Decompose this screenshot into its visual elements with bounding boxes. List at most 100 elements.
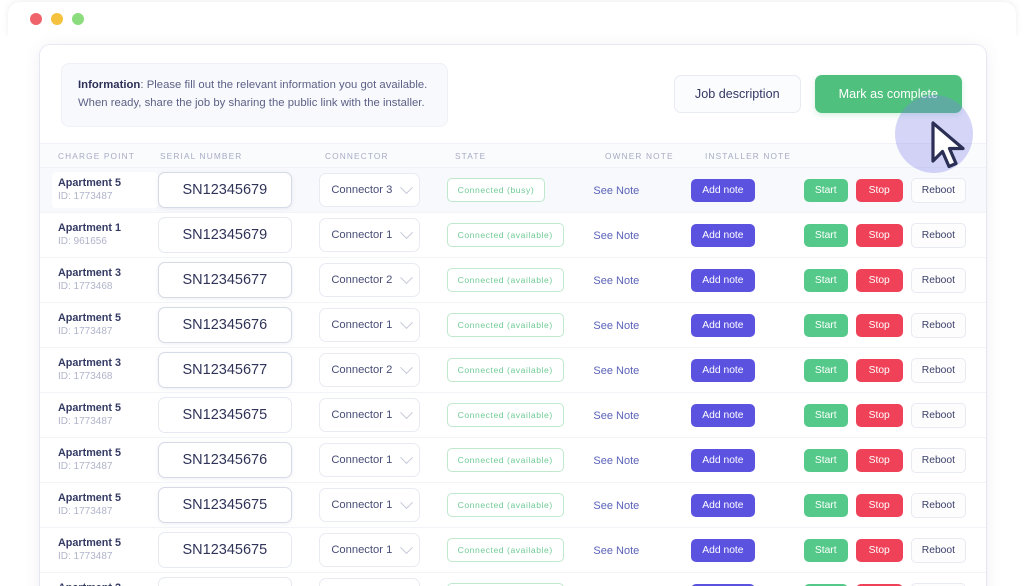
serial-number-cell (157, 262, 320, 298)
see-note-link[interactable]: See Note (593, 365, 639, 377)
status-badge: Connected (available) (446, 223, 564, 247)
connector-select[interactable]: Connector 1 (319, 533, 421, 567)
stop-button[interactable]: Stop (855, 223, 903, 247)
see-note-link[interactable]: See Note (593, 320, 639, 332)
add-note-button[interactable]: Add note (691, 313, 755, 337)
serial-number-input[interactable] (157, 532, 292, 568)
see-note-link[interactable]: See Note (593, 500, 639, 512)
reboot-button[interactable]: Reboot (910, 402, 966, 428)
add-note-button[interactable]: Add note (691, 223, 755, 247)
connector-select[interactable]: Connector 3 (319, 173, 421, 207)
see-note-link[interactable]: See Note (593, 455, 639, 467)
reboot-button[interactable]: Reboot (910, 177, 966, 203)
table-row[interactable]: Apartment 5 ID: 1773487 Connector 1 Connect… (40, 528, 986, 573)
start-button[interactable]: Start (803, 178, 848, 202)
serial-number-input[interactable] (157, 307, 292, 343)
connector-select[interactable]: Connector 1 (319, 443, 421, 477)
stop-button[interactable]: Stop (855, 538, 903, 562)
connector-selected-value: Connector 3 (331, 184, 393, 196)
table-row[interactable]: Apartment 3 ID: 1773468 Connector 2 Connect… (40, 348, 986, 393)
owner-note-cell: See Note (593, 361, 691, 379)
reboot-button[interactable]: Reboot (910, 222, 966, 248)
see-note-link[interactable]: See Note (593, 545, 639, 557)
connector-select[interactable]: Connector 2 (319, 353, 421, 387)
serial-number-input[interactable] (157, 397, 292, 433)
start-button[interactable]: Start (803, 268, 848, 292)
see-note-link[interactable]: See Note (593, 275, 639, 287)
serial-number-input[interactable] (157, 352, 292, 388)
start-button[interactable]: Start (803, 493, 848, 517)
column-header-serial-number: SERIAL NUMBER (160, 150, 243, 161)
installer-note-cell: Add note (691, 268, 804, 292)
close-window-icon[interactable] (30, 13, 42, 25)
reboot-button[interactable]: Reboot (910, 537, 966, 563)
chevron-down-icon (400, 495, 414, 509)
table-row[interactable]: Apartment 5 ID: 1773487 Connector 1 Connect… (40, 483, 986, 528)
see-note-link[interactable]: See Note (593, 410, 639, 422)
serial-number-input[interactable] (157, 487, 292, 523)
table-row[interactable]: Apartment 5 ID: 1773487 Connector 1 Connect… (40, 393, 986, 438)
serial-number-input[interactable] (157, 262, 292, 298)
see-note-link[interactable]: See Note (593, 185, 639, 197)
table-row[interactable]: Apartment 3 ID: 1773468 Connector 2 Connect… (40, 258, 986, 303)
start-button[interactable]: Start (803, 448, 848, 472)
add-note-button[interactable]: Add note (691, 403, 755, 427)
stop-button[interactable]: Stop (855, 448, 903, 472)
owner-note-cell: See Note (593, 541, 691, 559)
serial-number-input[interactable] (157, 217, 292, 253)
reboot-button[interactable]: Reboot (910, 357, 966, 383)
serial-number-input[interactable] (157, 442, 292, 478)
reboot-button[interactable]: Reboot (910, 582, 966, 586)
mark-as-complete-button[interactable]: Mark as complete (814, 75, 962, 113)
status-badge: Connected (available) (446, 493, 564, 517)
table-row[interactable]: Apartment 5 ID: 1773487 Connector 1 Connect… (40, 438, 986, 483)
add-note-button[interactable]: Add note (691, 178, 755, 202)
charge-point-cell: Apartment 2ID: 782417 (40, 581, 158, 586)
connector-selected-value: Connector 1 (331, 499, 393, 511)
job-description-button[interactable]: Job description (673, 75, 801, 113)
connector-select[interactable]: Connector 2 (319, 263, 421, 297)
stop-button[interactable]: Stop (855, 493, 903, 517)
stop-button[interactable]: Stop (855, 313, 903, 337)
start-button[interactable]: Start (803, 538, 848, 562)
serial-number-input[interactable] (157, 172, 292, 208)
state-cell: Connected (available) (446, 448, 594, 472)
add-note-button[interactable]: Add note (691, 493, 755, 517)
reboot-button[interactable]: Reboot (910, 492, 966, 518)
table-row[interactable]: Apartment 1 ID: 961656 Connector 1 Connecte… (40, 213, 986, 258)
add-note-button[interactable]: Add note (691, 358, 755, 382)
connector-select[interactable]: Connector 1 (319, 308, 421, 342)
stop-button[interactable]: Stop (855, 268, 903, 292)
state-cell: Connected (available) (446, 493, 594, 517)
chevron-down-icon (400, 450, 414, 464)
connector-cell: Connector 1 (319, 488, 446, 522)
owner-note-cell: See Note (593, 271, 691, 289)
row-actions-cell: Start Stop Reboot (803, 312, 986, 338)
stop-button[interactable]: Stop (855, 358, 903, 382)
table-row[interactable]: Apartment 5 ID: 1773487 Connector 3 Connect… (40, 168, 986, 213)
start-button[interactable]: Start (803, 313, 848, 337)
reboot-button[interactable]: Reboot (910, 312, 966, 338)
connector-select[interactable]: Connector 1 (319, 218, 421, 252)
add-note-button[interactable]: Add note (691, 448, 755, 472)
stop-button[interactable]: Stop (855, 403, 903, 427)
stop-button[interactable]: Stop (855, 178, 903, 202)
column-header-state: STATE (455, 150, 487, 161)
maximize-window-icon[interactable] (72, 13, 84, 25)
table-row[interactable]: Apartment 2ID: 782417Connector 1Connecte… (40, 573, 986, 586)
connector-select[interactable]: Connector 1 (319, 488, 421, 522)
reboot-button[interactable]: Reboot (910, 447, 966, 473)
start-button[interactable]: Start (803, 403, 848, 427)
connector-select[interactable]: Connector 1 (319, 398, 421, 432)
start-button[interactable]: Start (803, 223, 848, 247)
add-note-button[interactable]: Add note (691, 268, 755, 292)
start-button[interactable]: Start (803, 358, 848, 382)
table-row[interactable]: Apartment 5 ID: 1773487 Connector 1 Connect… (40, 303, 986, 348)
serial-number-input[interactable] (157, 577, 292, 586)
minimize-window-icon[interactable] (51, 13, 63, 25)
connector-select[interactable]: Connector 1 (319, 578, 421, 586)
add-note-button[interactable]: Add note (691, 538, 755, 562)
owner-note-cell: See Note (593, 316, 691, 334)
see-note-link[interactable]: See Note (593, 230, 639, 242)
reboot-button[interactable]: Reboot (910, 267, 966, 293)
